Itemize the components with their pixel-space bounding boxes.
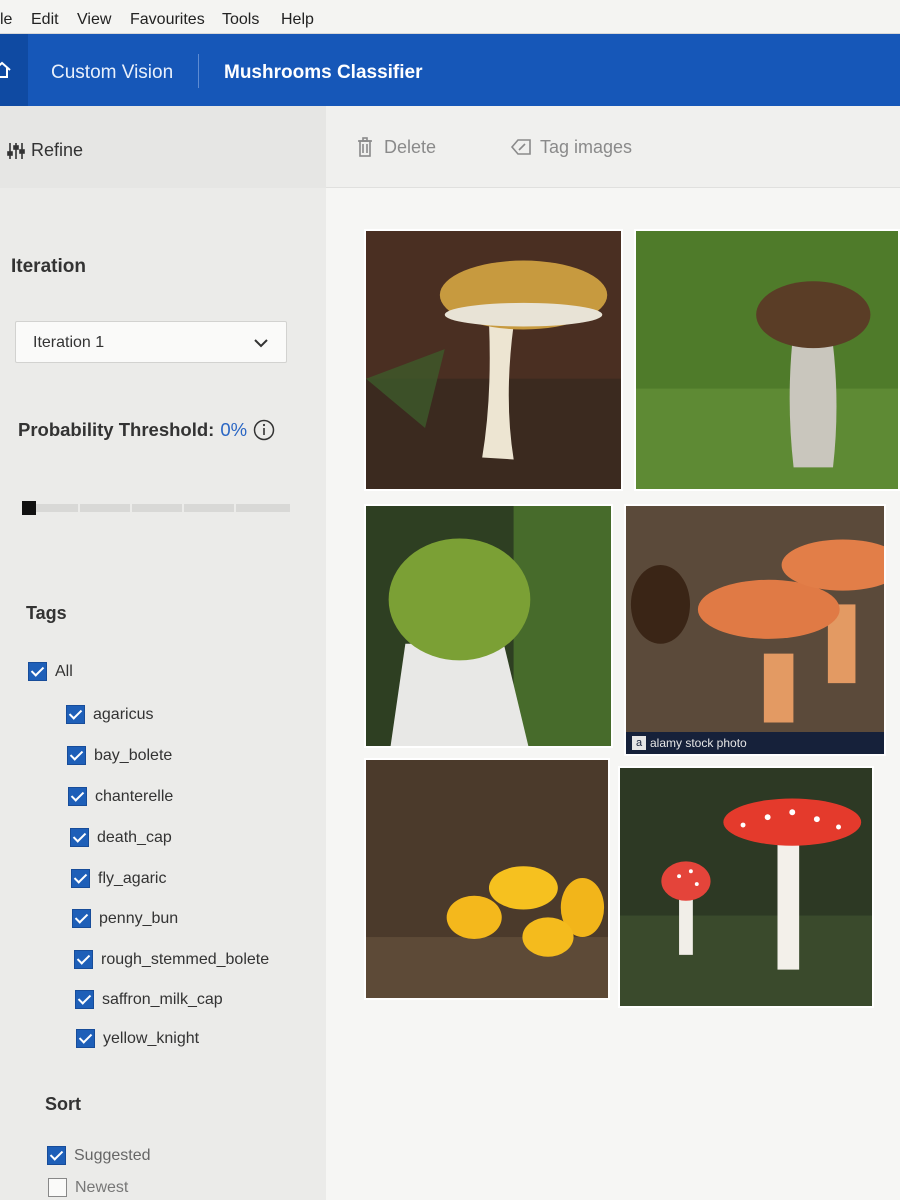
tag-label: All xyxy=(55,662,73,680)
menu-file[interactable]: le xyxy=(0,11,12,29)
menu-edit[interactable]: Edit xyxy=(31,11,59,29)
home-icon xyxy=(0,61,11,78)
threshold-slider[interactable] xyxy=(22,501,290,515)
image-thumbnail[interactable] xyxy=(364,229,623,491)
tag-label: bay_bolete xyxy=(94,746,173,764)
checkbox[interactable] xyxy=(71,869,90,888)
iteration-selected-value: Iteration 1 xyxy=(33,334,105,351)
bay-bolete-photo xyxy=(636,231,898,489)
trash-icon xyxy=(358,137,372,157)
checkbox[interactable] xyxy=(66,705,85,724)
tag-filter-rough-stemmed-bolete[interactable]: rough_stemmed_bolete xyxy=(74,950,269,969)
checkbox[interactable] xyxy=(68,787,87,806)
main-content: Delete Tag images a alamy stock photo xyxy=(326,106,900,1200)
sidebar-toolbar: Refine xyxy=(0,106,326,188)
checkbox[interactable] xyxy=(74,950,93,969)
slider-thumb[interactable] xyxy=(22,501,36,515)
chevron-down-icon xyxy=(254,339,268,348)
menu-tools[interactable]: Tools xyxy=(222,11,259,29)
threshold-label: Probability Threshold: xyxy=(18,419,215,440)
info-icon[interactable] xyxy=(253,419,275,441)
header-divider xyxy=(198,54,199,88)
slider-segment xyxy=(130,504,132,512)
slider-segment xyxy=(234,504,236,512)
tag-filter-saffron-milk-cap[interactable]: saffron_milk_cap xyxy=(75,990,223,1009)
alamy-logo: a xyxy=(632,736,646,750)
tag-filter-death-cap[interactable]: death_cap xyxy=(70,828,172,847)
checkbox[interactable] xyxy=(76,1029,95,1048)
menu-favourites[interactable]: Favourites xyxy=(130,11,205,29)
tag-label: chanterelle xyxy=(95,787,174,805)
tag-label: agaricus xyxy=(93,705,154,723)
sort-label: Newest xyxy=(75,1178,129,1196)
tag-filter-all[interactable]: All xyxy=(28,662,73,681)
refine-button[interactable]: Refine xyxy=(6,140,83,161)
tag-filter-bay-bolete[interactable]: bay_bolete xyxy=(67,746,172,765)
image-thumbnail[interactable] xyxy=(634,229,900,491)
tag-icon xyxy=(510,139,531,155)
tag-label: saffron_milk_cap xyxy=(102,990,223,1008)
tag-images-button[interactable]: Tag images xyxy=(510,136,632,158)
brand-link[interactable]: Custom Vision xyxy=(51,62,173,84)
checkbox[interactable] xyxy=(67,746,86,765)
tag-filter-penny-bun[interactable]: penny_bun xyxy=(72,909,178,928)
project-title[interactable]: Mushrooms Classifier xyxy=(224,62,423,84)
fly-agaric-photo xyxy=(620,768,872,1006)
checkbox[interactable] xyxy=(75,990,94,1009)
saffron-milk-cap-photo xyxy=(626,506,884,754)
delete-button[interactable]: Delete xyxy=(354,136,436,158)
slider-segment xyxy=(182,504,184,512)
iteration-dropdown[interactable]: Iteration 1 xyxy=(15,321,287,363)
watermark-text: alamy stock photo xyxy=(650,736,747,750)
checkbox[interactable] xyxy=(47,1146,66,1165)
yellow-knight-photo xyxy=(366,760,608,998)
menu-help[interactable]: Help xyxy=(281,11,314,29)
sidebar: Refine Iteration Iteration 1 Probability… xyxy=(0,106,326,1200)
sort-heading: Sort xyxy=(45,1094,81,1114)
tag-label: penny_bun xyxy=(99,909,179,927)
slider-segment xyxy=(78,504,80,512)
checkbox[interactable] xyxy=(28,662,47,681)
image-toolbar: Delete Tag images xyxy=(326,106,900,188)
home-button[interactable] xyxy=(0,34,28,106)
probability-threshold: Probability Threshold: 0% xyxy=(18,419,275,441)
tag-filter-yellow-knight[interactable]: yellow_knight xyxy=(76,1029,199,1048)
tags-heading: Tags xyxy=(26,603,67,623)
image-thumbnail[interactable] xyxy=(364,758,610,1000)
menu-view[interactable]: View xyxy=(77,11,111,29)
tag-label: death_cap xyxy=(97,828,172,846)
checkbox[interactable] xyxy=(48,1178,67,1197)
penny-bun-photo xyxy=(366,231,621,489)
tag-label: rough_stemmed_bolete xyxy=(101,950,270,968)
checkbox[interactable] xyxy=(70,828,89,847)
image-thumbnail[interactable] xyxy=(364,504,613,748)
delete-label: Delete xyxy=(384,136,437,157)
image-thumbnail[interactable] xyxy=(618,766,874,1008)
image-thumbnail[interactable]: a alamy stock photo xyxy=(624,504,886,756)
threshold-value: 0% xyxy=(220,419,248,440)
iteration-heading: Iteration xyxy=(11,256,86,277)
tag-filter-agaricus[interactable]: agaricus xyxy=(66,705,153,724)
sort-label: Suggested xyxy=(74,1146,151,1164)
tag-filter-fly-agaric[interactable]: fly_agaric xyxy=(71,869,166,888)
tag-label: yellow_knight xyxy=(103,1029,200,1047)
refine-label: Refine xyxy=(31,140,84,160)
tag-filter-chanterelle[interactable]: chanterelle xyxy=(68,787,173,806)
sort-option-newest[interactable]: Newest xyxy=(48,1178,128,1197)
browser-menu-bar: le Edit View Favourites Tools Help xyxy=(0,0,900,34)
tag-images-label: Tag images xyxy=(540,136,633,157)
slider-track xyxy=(22,504,290,512)
tag-label: fly_agaric xyxy=(98,869,167,887)
app-header: Custom Vision Mushrooms Classifier xyxy=(0,34,900,106)
image-watermark: a alamy stock photo xyxy=(626,732,884,754)
checkbox[interactable] xyxy=(72,909,91,928)
death-cap-photo xyxy=(366,506,611,746)
sort-option-suggested[interactable]: Suggested xyxy=(47,1146,151,1165)
sliders-icon xyxy=(7,142,25,159)
